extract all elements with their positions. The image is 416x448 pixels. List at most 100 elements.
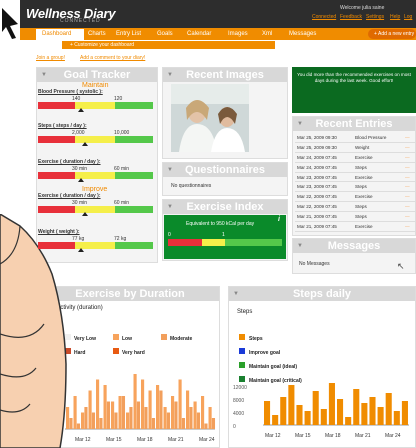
recent-entry-row[interactable]: Mar 22, 2009 07:45 Steps — [295, 202, 415, 213]
bar [136, 401, 141, 429]
goal-name[interactable]: Weight ( weight ): [38, 229, 80, 235]
messages-empty: No Messages [299, 261, 330, 267]
recent-entry-row[interactable]: Mar 25, 2009 09:30 Weight — [295, 143, 415, 153]
bar [91, 412, 96, 429]
entry-delete-icon[interactable]: — [405, 143, 410, 153]
recent-entry-row[interactable]: Mar 25, 2009 09:30 Blood Pressure — [295, 133, 415, 143]
x-tick-label: Mar 18 [137, 437, 153, 443]
collapse-icon[interactable]: ▼ [41, 68, 47, 82]
bar [121, 396, 126, 429]
collapse-icon[interactable]: ▼ [167, 68, 173, 82]
recent-entries-panel: ▼ Recent Entries Mar 25, 2009 09:30 Blood … [292, 116, 416, 236]
bar [118, 396, 122, 429]
questionnaires-empty: No questionnaires [171, 183, 212, 189]
x-tick-label: Mar 12 [75, 437, 91, 443]
collapse-icon[interactable]: ▼ [297, 239, 303, 253]
toplink-connected[interactable]: Connected [312, 14, 336, 20]
bar [106, 401, 111, 429]
tab-messages[interactable]: Messages [289, 29, 316, 40]
alert-box: You did more than the recommended exerci… [292, 67, 416, 113]
entry-delete-icon[interactable]: — [405, 212, 410, 222]
recent-entry-row[interactable]: Mar 23, 2009 07:45 Steps — [295, 182, 415, 193]
exercise-index-desc: Equivalent to 950 kCal per day [186, 221, 255, 227]
bar [114, 412, 118, 429]
tab-calendar[interactable]: Calendar [187, 29, 211, 40]
tab-images[interactable]: Images [228, 29, 248, 40]
bar [159, 390, 163, 429]
goal-name[interactable]: Exercise ( duration / day ): [38, 159, 101, 165]
bar [171, 396, 175, 429]
tab-xml[interactable]: Xml [262, 29, 272, 40]
bar [111, 401, 115, 429]
goal-marker-icon [82, 212, 88, 216]
tab-goals[interactable]: Goals [157, 29, 173, 40]
info-icon[interactable]: i [278, 216, 280, 223]
add-entry-button[interactable]: + Add a new entry [368, 29, 416, 39]
x-tick-label: Mar 24 [385, 433, 401, 439]
collapse-icon[interactable]: ▼ [297, 117, 303, 131]
collapse-icon[interactable]: ▼ [233, 287, 239, 301]
steps-daily-chart: 12000 8000 4000 0 Mar 12 Mar 15 Mar 18 Mar 21 Ma… [233, 383, 409, 439]
entry-type: Exercise [355, 224, 373, 230]
goal-progress-bar [38, 206, 153, 213]
entry-delete-icon[interactable]: — [405, 153, 410, 163]
recent-entry-row[interactable]: Mar 24, 2009 07:45 Exercise — [295, 153, 415, 163]
customize-dashboard-link[interactable]: + Customize your dashboard [62, 41, 275, 49]
tab-entry-list[interactable]: Entry List [116, 29, 141, 40]
exercise-index-panel: ▼ Exercise Index Equivalent to 950 kCal p… [162, 199, 288, 261]
bar [156, 385, 160, 429]
entry-date: Mar 24, 2009 07:45 [297, 154, 337, 160]
bar [288, 385, 295, 425]
entry-delete-icon[interactable]: — [405, 173, 410, 183]
add-comment-link[interactable]: Add a comment to your diary! [80, 55, 145, 61]
goal-progress-bar [38, 136, 153, 143]
x-tick-label: Mar 21 [355, 433, 371, 439]
toplink-feedback[interactable]: Feedback [340, 14, 362, 20]
bar [201, 396, 205, 429]
bar [312, 391, 319, 425]
entry-delete-icon[interactable]: — [405, 163, 410, 173]
entry-delete-icon[interactable]: — [405, 133, 410, 143]
toplink-settings[interactable]: Settings [366, 14, 384, 20]
bar [103, 385, 107, 429]
recent-image-thumbnail[interactable] [171, 84, 249, 152]
join-group-link[interactable]: Join a group! [36, 55, 65, 61]
entry-delete-icon[interactable]: — [405, 222, 410, 232]
entry-date: Mar 24, 2009 07:45 [297, 164, 337, 170]
goal-progress-bar [38, 242, 153, 249]
bar [369, 397, 376, 425]
bar [337, 399, 344, 425]
messages-header: ▼ Messages [293, 239, 415, 253]
exercise-index-box: Equivalent to 950 kCal per day i 0 1 [164, 215, 286, 259]
recent-entry-row[interactable]: Mar 21, 2009 07:45 Exercise — [295, 222, 415, 232]
toplink-help[interactable]: Help [390, 14, 400, 20]
x-tick-label: Mar 12 [265, 433, 281, 439]
recent-entry-row[interactable]: Mar 23, 2009 07:45 Exercise — [295, 173, 415, 183]
tab-dashboard[interactable]: Dashboard [36, 29, 84, 40]
entry-delete-icon[interactable]: — [405, 182, 410, 192]
toplink-log[interactable]: Log [404, 14, 412, 20]
goal-name[interactable]: Blood Pressure ( systolic ): [38, 89, 103, 95]
mouse-cursor-icon: ↖ [397, 261, 405, 271]
questionnaires-panel: ▼ Questionnaires No questionnaires [162, 162, 288, 196]
goal-marker-icon [78, 178, 84, 182]
bar [196, 412, 201, 429]
entry-delete-icon[interactable]: — [405, 192, 410, 202]
goal-name[interactable]: Exercise ( duration / day ): [38, 193, 101, 199]
arrow-pointer-icon [2, 8, 18, 39]
recent-entry-row[interactable]: Mar 24, 2009 07:45 Steps — [295, 163, 415, 173]
bar [163, 407, 167, 429]
collapse-icon[interactable]: ▼ [167, 163, 173, 177]
entry-type: Blood Pressure [355, 135, 387, 140]
entry-delete-icon[interactable]: — [405, 202, 410, 212]
recent-entry-row[interactable]: Mar 21, 2009 07:45 Steps — [295, 212, 415, 223]
app-window: Wellness Diary CONNECTED Welcome julia s… [0, 0, 416, 448]
goal-name[interactable]: Steps ( steps / day ): [38, 123, 87, 129]
bar [280, 397, 287, 425]
recent-entry-row[interactable]: Mar 22, 2009 07:45 Exercise — [295, 192, 415, 203]
entry-type: Steps [355, 164, 367, 170]
recent-images-panel: ▼ Recent Images [162, 67, 288, 159]
collapse-icon[interactable]: ▼ [167, 200, 173, 214]
tab-charts[interactable]: Charts [88, 29, 106, 40]
bar [296, 405, 303, 425]
